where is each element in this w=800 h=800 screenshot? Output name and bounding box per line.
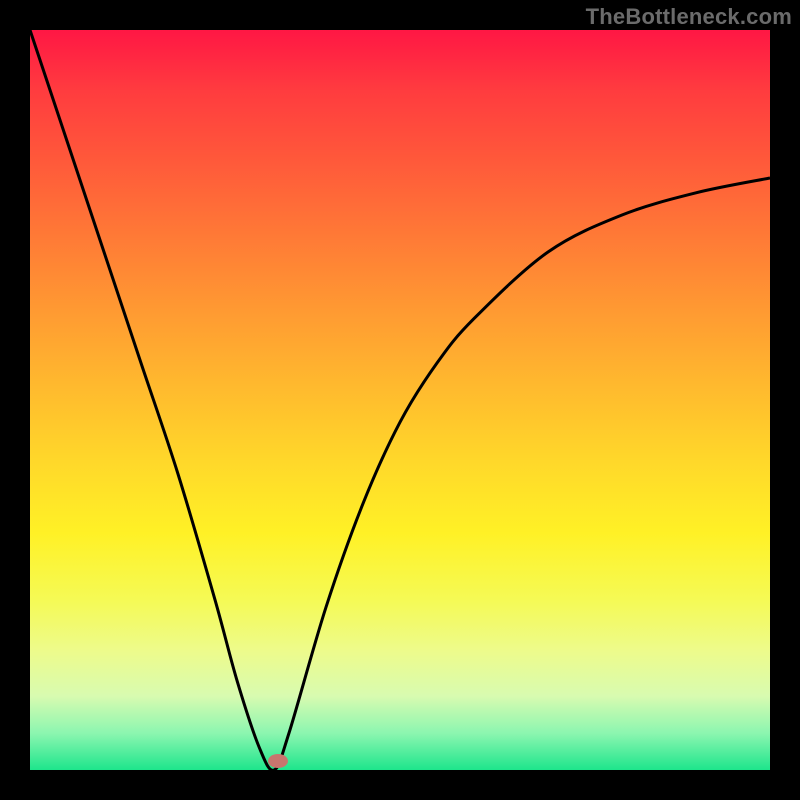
curve-path xyxy=(30,30,770,770)
minimum-marker xyxy=(268,754,288,768)
chart-frame: TheBottleneck.com xyxy=(0,0,800,800)
watermark-text: TheBottleneck.com xyxy=(586,4,792,30)
plot-area xyxy=(30,30,770,770)
bottleneck-curve xyxy=(30,30,770,770)
